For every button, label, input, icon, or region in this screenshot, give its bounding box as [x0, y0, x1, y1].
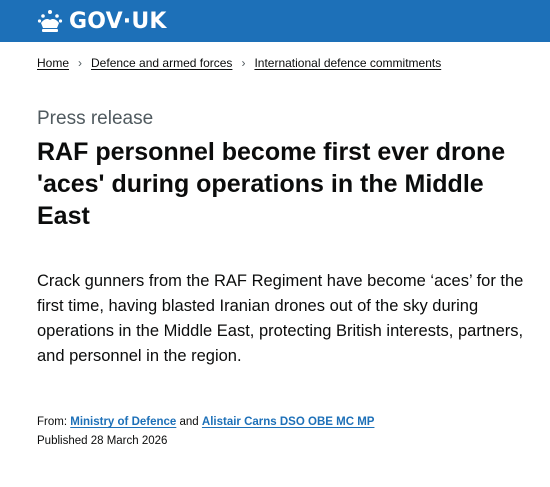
site-header: GOV·UK [0, 0, 550, 42]
page-title: RAF personnel become first ever drone 'a… [37, 138, 506, 230]
org-link[interactable]: Ministry of Defence [70, 416, 176, 428]
logo-wordmark: GOV·UK [69, 8, 167, 34]
from-line: From: Ministry of Defence and Alistair C… [37, 413, 550, 432]
published-line: Published 28 March 2026 [37, 432, 550, 451]
chevron-right-icon: › [241, 56, 246, 70]
page-caption: Press release [37, 108, 154, 129]
breadcrumb-defence[interactable]: Defence and armed forces [91, 56, 232, 70]
from-label: From: [37, 416, 68, 428]
person-link[interactable]: Alistair Carns DSO OBE MC MP [202, 416, 375, 428]
breadcrumb: Home › Defence and armed forces › Intern… [37, 56, 550, 70]
published-date: 28 March 2026 [90, 435, 168, 447]
breadcrumb-international[interactable]: International defence commitments [254, 56, 441, 70]
chevron-right-icon: › [78, 56, 83, 70]
crown-icon [37, 10, 63, 32]
and-label: and [179, 416, 199, 428]
lede-paragraph: Crack gunners from the RAF Regiment have… [37, 272, 524, 365]
published-label: Published [37, 435, 88, 447]
publication-metadata: From: Ministry of Defence and Alistair C… [37, 413, 550, 451]
govuk-logo-link[interactable]: GOV·UK [37, 9, 167, 34]
breadcrumb-home[interactable]: Home [37, 56, 69, 70]
